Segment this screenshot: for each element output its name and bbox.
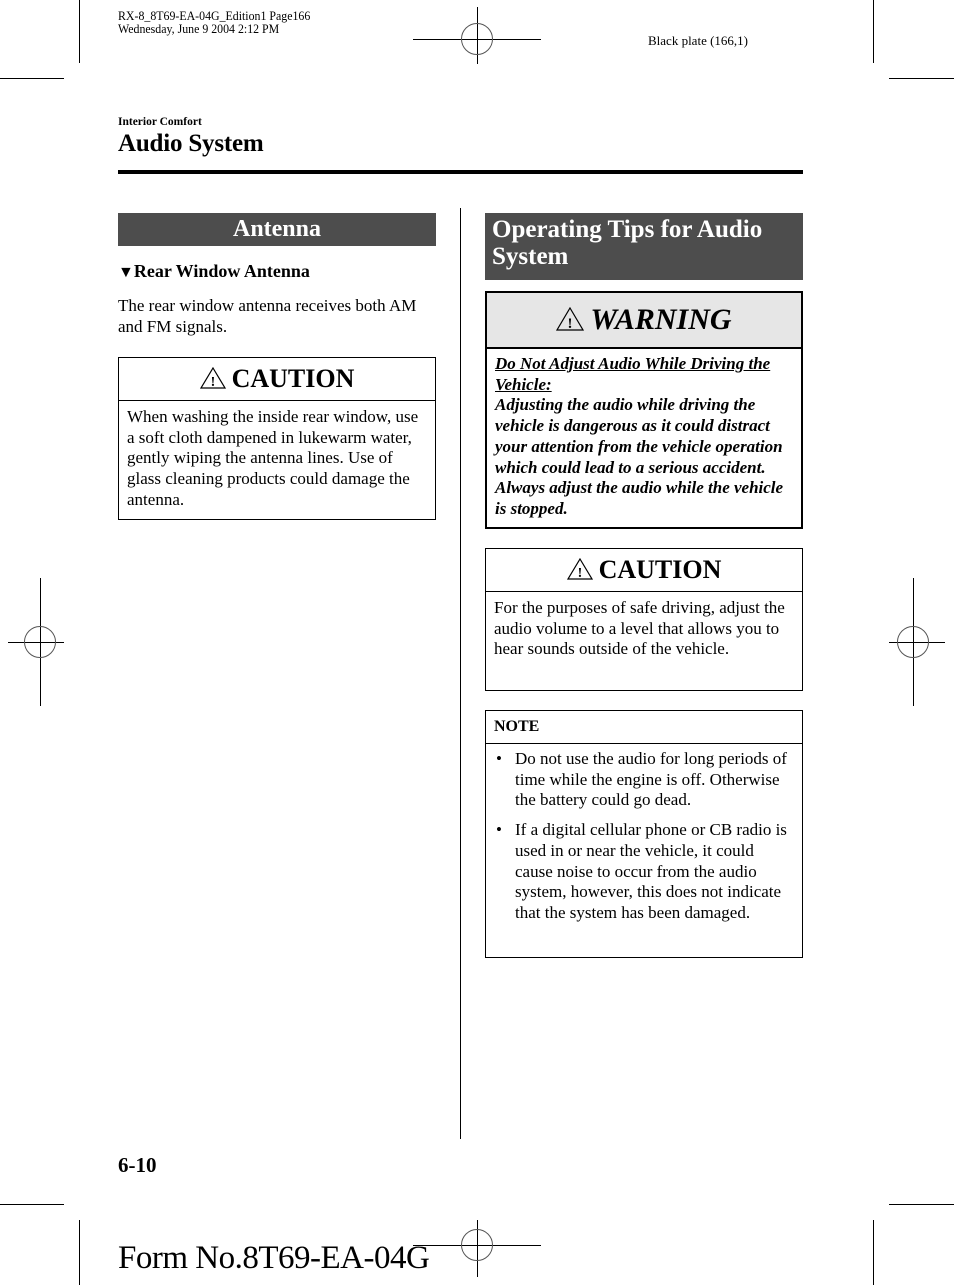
triangle-down-icon: ▼ xyxy=(118,264,134,281)
warning-text: Adjusting the audio while driving the ve… xyxy=(495,395,784,518)
note-box: NOTE • Do not use the audio for long per… xyxy=(485,710,803,958)
warning-title: WARNING xyxy=(590,303,732,336)
antenna-paragraph: The rear window antenna receives both AM… xyxy=(118,296,417,336)
operating-tips-heading: Operating Tips for Audio System xyxy=(485,213,803,280)
svg-text:!: ! xyxy=(577,566,582,580)
caution-title: CAUTION xyxy=(231,364,355,393)
caution-title: CAUTION xyxy=(598,555,722,584)
caution-header: ! CAUTION xyxy=(119,358,435,401)
page-title: Audio System xyxy=(118,130,264,157)
note-title: NOTE xyxy=(486,711,802,744)
caution-box-antenna: ! CAUTION When washing the inside rear w… xyxy=(118,357,436,520)
crop-mark xyxy=(873,1220,874,1285)
print-job-info: RX-8_8T69-EA-04G_Edition1 Page166 Wednes… xyxy=(118,10,310,36)
note-item: • If a digital cellular phone or CB radi… xyxy=(494,820,794,924)
caution-text: When washing the inside rear window, use… xyxy=(127,407,419,509)
bullet-icon: • xyxy=(496,820,502,840)
crop-mark xyxy=(873,0,874,63)
crop-mark xyxy=(889,78,954,79)
svg-text:!: ! xyxy=(210,375,215,389)
form-number: Form No.8T69-EA-04G xyxy=(118,1240,430,1276)
warning-box: ! WARNING Do Not Adjust Audio While Driv… xyxy=(485,291,803,529)
caution-header: ! CAUTION xyxy=(486,549,802,592)
column-divider xyxy=(460,208,461,1139)
svg-text:!: ! xyxy=(568,316,573,331)
print-job-timestamp: Wednesday, June 9 2004 2:12 PM xyxy=(118,22,280,36)
warning-triangle-icon: ! xyxy=(556,295,585,349)
note-item-text: Do not use the audio for long periods of… xyxy=(515,749,787,810)
warning-header: ! WARNING xyxy=(487,293,801,349)
antenna-heading: Antenna xyxy=(118,213,436,246)
warning-body: Do Not Adjust Audio While Driving the Ve… xyxy=(487,349,801,525)
subheading-text: Rear Window Antenna xyxy=(133,261,310,281)
crop-mark xyxy=(79,0,80,63)
title-rule xyxy=(118,170,803,174)
caution-text: For the purposes of safe driving, adjust… xyxy=(494,598,785,659)
crop-mark xyxy=(0,78,64,79)
section-label: Interior Comfort xyxy=(118,116,202,128)
crop-mark xyxy=(79,1220,80,1285)
note-item: • Do not use the audio for long periods … xyxy=(494,749,794,811)
page-number: 6-10 xyxy=(118,1153,157,1177)
crop-mark xyxy=(0,1204,64,1205)
crop-mark xyxy=(889,1204,954,1205)
note-item-text: If a digital cellular phone or CB radio … xyxy=(515,820,787,922)
note-list: • Do not use the audio for long periods … xyxy=(486,744,802,930)
warning-subtitle: Do Not Adjust Audio While Driving the Ve… xyxy=(495,354,771,394)
warning-triangle-icon: ! xyxy=(199,360,226,402)
rear-window-antenna-subheading: ▼Rear Window Antenna xyxy=(118,261,310,282)
warning-triangle-icon: ! xyxy=(566,551,593,593)
bullet-icon: • xyxy=(496,749,502,768)
plate-label: Black plate (166,1) xyxy=(648,33,748,48)
caution-box-volume: ! CAUTION For the purposes of safe drivi… xyxy=(485,548,803,691)
